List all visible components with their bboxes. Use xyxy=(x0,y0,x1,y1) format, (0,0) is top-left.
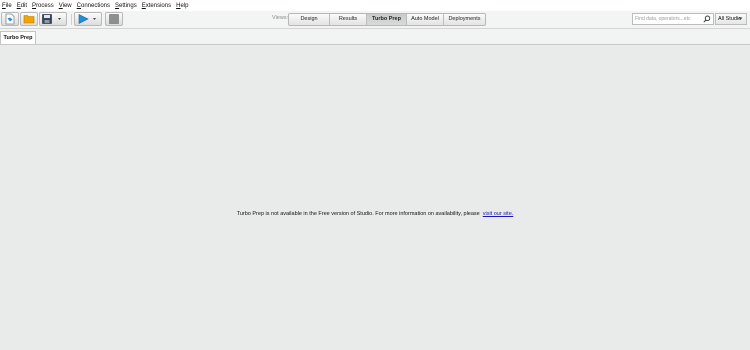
visit-site-link[interactable]: visit our site. xyxy=(483,211,514,217)
open-folder-icon xyxy=(23,15,35,24)
unavailable-message: Turbo Prep is not available in the Free … xyxy=(0,211,750,217)
tab-turbo-prep[interactable]: Turbo Prep xyxy=(0,31,36,44)
menu-edit[interactable]: Edit xyxy=(17,3,27,9)
stop-icon xyxy=(109,14,119,24)
open-process-button[interactable] xyxy=(20,12,38,26)
search-box xyxy=(632,13,714,25)
search-input[interactable] xyxy=(634,14,704,24)
view-design-button[interactable]: Design xyxy=(289,14,330,25)
menu-file[interactable]: File xyxy=(2,3,12,9)
main-panel: Turbo Prep is not available in the Free … xyxy=(0,45,750,350)
view-auto-model-button[interactable]: Auto Model xyxy=(407,14,444,25)
menu-view[interactable]: View xyxy=(59,3,72,9)
view-turbo-prep-button[interactable]: Turbo Prep xyxy=(367,14,407,25)
dropdown-arrow-icon xyxy=(58,18,61,20)
new-process-button[interactable] xyxy=(1,12,19,26)
save-button[interactable] xyxy=(39,12,67,26)
menu-connections[interactable]: Connections xyxy=(77,3,110,9)
views-switcher: Design Results Turbo Prep Auto Model Dep… xyxy=(288,13,486,26)
stop-button[interactable] xyxy=(105,12,123,26)
menu-help[interactable]: Help xyxy=(176,3,188,9)
run-icon xyxy=(78,14,96,24)
perspective-tab-strip: Turbo Prep xyxy=(0,29,750,45)
toolbar-separator xyxy=(71,14,72,25)
run-button[interactable] xyxy=(74,12,102,26)
studio-scope-dropdown[interactable]: All Studio xyxy=(715,13,747,25)
menu-extensions[interactable]: Extensions xyxy=(142,3,171,9)
view-results-button[interactable]: Results xyxy=(330,14,367,25)
menu-settings[interactable]: Settings xyxy=(115,3,137,9)
save-icon xyxy=(42,14,61,24)
unavailable-text: Turbo Prep is not available in the Free … xyxy=(236,211,480,217)
menu-bar: File Edit Process View Connections Setti… xyxy=(0,0,750,11)
chevron-down-icon xyxy=(738,17,743,20)
menu-process[interactable]: Process xyxy=(32,3,54,9)
views-label: Views: xyxy=(272,15,289,21)
new-process-icon xyxy=(5,13,15,25)
view-deployments-button[interactable]: Deployments xyxy=(444,14,485,25)
search-icon[interactable] xyxy=(703,15,711,23)
